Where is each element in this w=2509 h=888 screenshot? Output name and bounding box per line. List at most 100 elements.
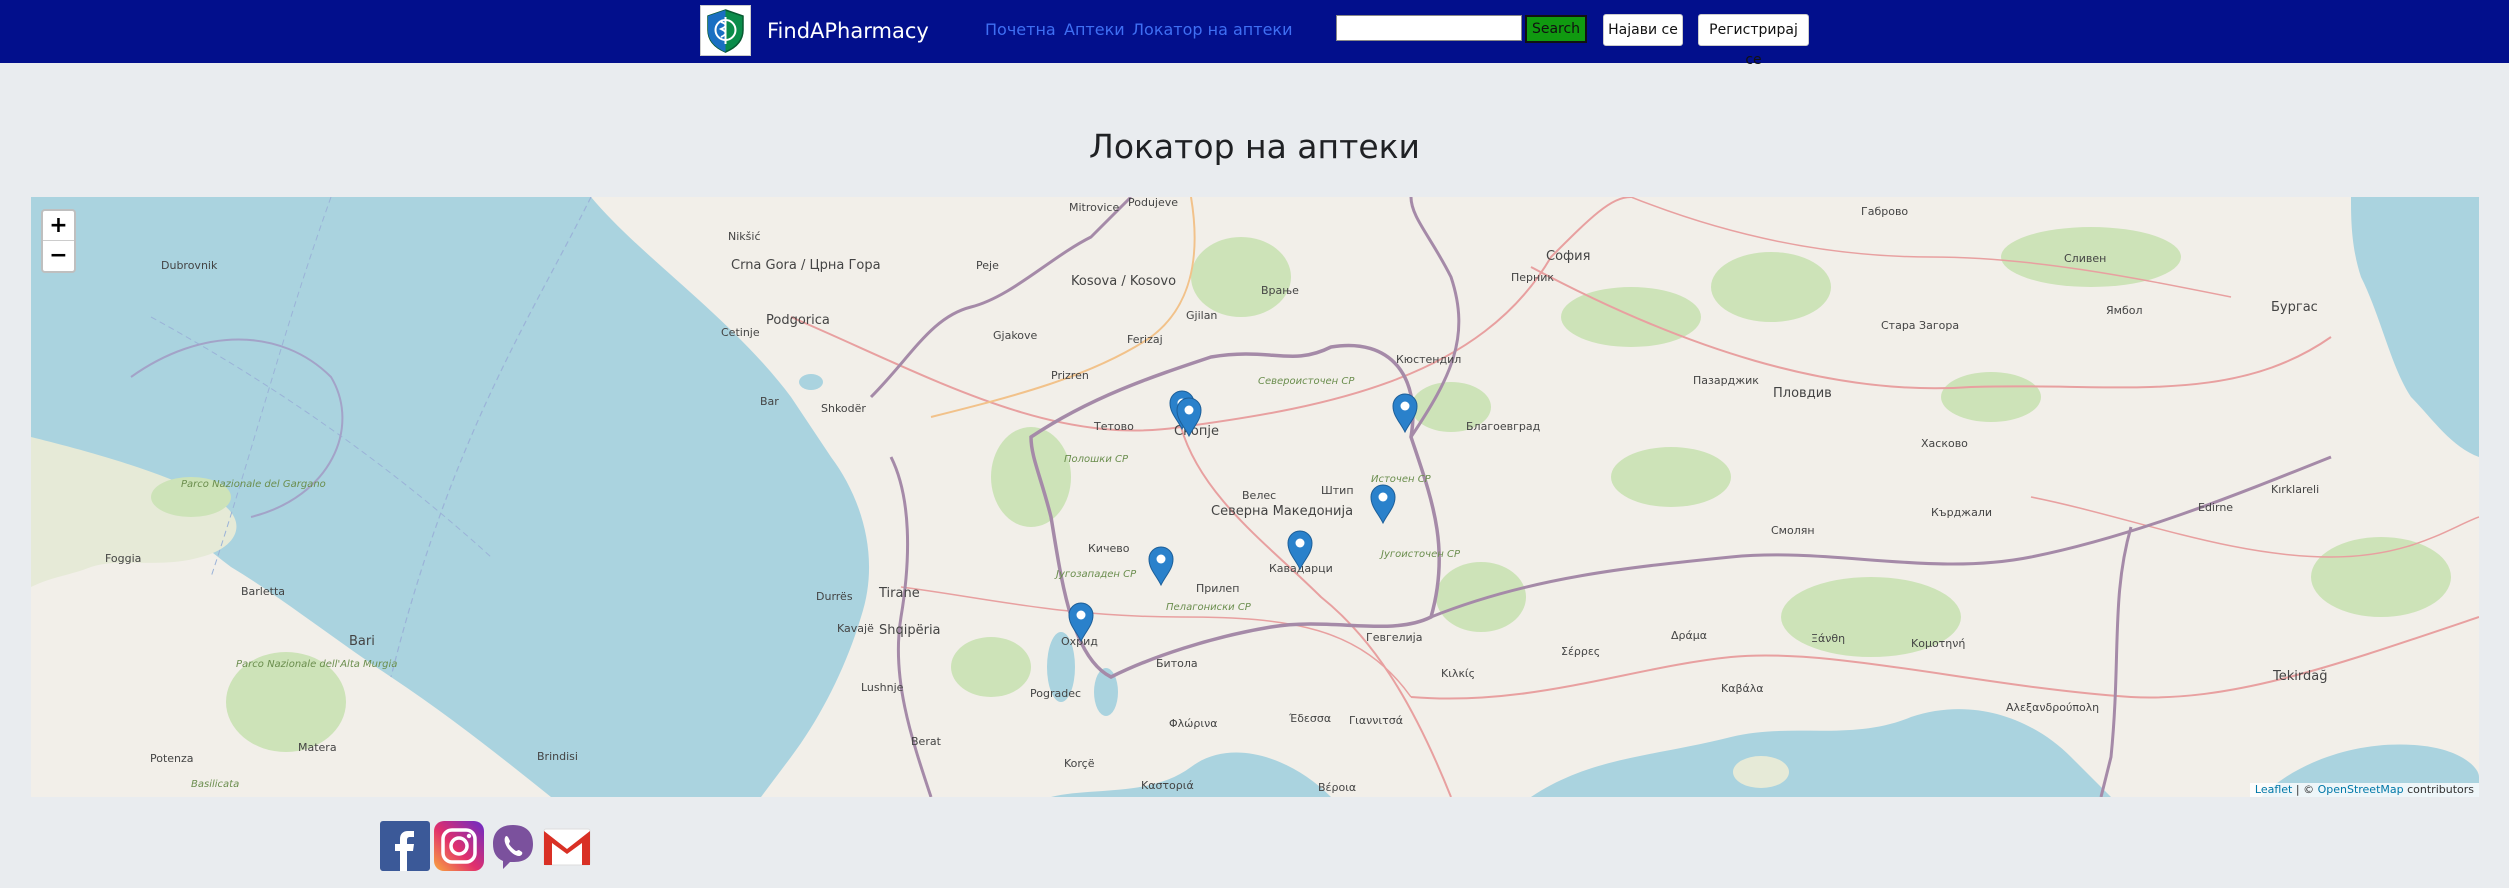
map-attribution: Leaflet | © OpenStreetMap contributors: [2249, 783, 2479, 797]
label-kicevo: Кичево: [1088, 542, 1130, 555]
leaflet-link[interactable]: Leaflet: [2255, 783, 2292, 796]
label-kirklareli: Kırklareli: [2271, 483, 2319, 496]
label-serres: Σέρρες: [1561, 645, 1600, 658]
label-kardzhali: Кърджали: [1931, 506, 1992, 519]
label-shkoder: Shkodër: [821, 402, 866, 415]
label-jugzap-region: Југозападен СР: [1054, 569, 1137, 580]
zoom-out-button[interactable]: −: [43, 241, 74, 270]
label-basilicata: Basilicata: [191, 779, 239, 790]
label-gevgelija: Гевгелија: [1366, 631, 1422, 644]
label-kilkis: Κιλκίς: [1441, 667, 1475, 680]
label-alta-murgia: Parco Nazionale dell'Alta Murgia: [236, 659, 397, 670]
zoom-in-button[interactable]: +: [43, 211, 74, 241]
label-haskovo: Хасково: [1921, 437, 1968, 450]
label-bari: Bari: [349, 634, 375, 649]
nav-link-pharmacies[interactable]: Аптеки: [1064, 19, 1125, 41]
pharmacy-map[interactable]: Mitrovice Podujeve Peje Gjilan Врање Пер…: [31, 197, 2479, 797]
gmail-icon[interactable]: [542, 821, 592, 871]
label-cetinje: Cetinje: [721, 326, 760, 339]
label-gabrovo: Габрово: [1861, 205, 1908, 218]
label-podujeve: Podujeve: [1128, 197, 1178, 209]
label-pernik: Перник: [1511, 271, 1554, 284]
label-prizren: Prizren: [1051, 369, 1089, 382]
label-gjilan: Gjilan: [1186, 309, 1217, 322]
instagram-icon[interactable]: [434, 821, 484, 871]
label-drama: Δράμα: [1671, 629, 1707, 642]
label-mitrovice: Mitrovice: [1069, 201, 1119, 214]
label-burgas: Бургас: [2271, 300, 2318, 315]
label-kavala: Καβάλα: [1721, 682, 1764, 695]
label-komotini: Κομοτηνή: [1911, 637, 1965, 650]
label-shqiperia: Shqipëria: [879, 623, 941, 638]
label-kavaje: Kavajë: [837, 622, 874, 635]
label-pec: Peje: [976, 259, 999, 272]
label-yambol: Ямбол: [2106, 304, 2143, 317]
brand-logo[interactable]: [700, 5, 751, 56]
login-button[interactable]: Најави се: [1603, 14, 1683, 46]
label-veles: Велес: [1242, 489, 1276, 502]
label-potenza: Potenza: [150, 752, 194, 765]
register-button[interactable]: Регистрирај се: [1698, 14, 1809, 68]
label-barletta: Barletta: [241, 585, 285, 598]
label-gjakove: Gjakove: [993, 329, 1038, 342]
nav-link-home[interactable]: Почетна: [985, 19, 1056, 41]
label-tekirdag: Tekirdağ: [2272, 669, 2327, 684]
label-bar: Bar: [760, 395, 779, 408]
label-prilep: Прилеп: [1196, 582, 1239, 595]
label-stara-zagora: Стара Загора: [1881, 319, 1959, 332]
label-blagoevgrad: Благоевград: [1466, 420, 1541, 433]
label-berat: Berat: [911, 735, 942, 748]
label-florina: Φλώρινα: [1169, 717, 1217, 730]
label-gargano: Parco Nazionale del Gargano: [181, 479, 326, 490]
label-kyustendil: Кюстендил: [1396, 353, 1461, 366]
label-smolyan: Смолян: [1771, 524, 1815, 537]
label-niksic: Nikšić: [728, 230, 761, 243]
label-durres: Durrës: [816, 590, 853, 603]
search-input[interactable]: [1336, 15, 1522, 41]
label-pazardzhik: Пазарджик: [1693, 374, 1759, 387]
label-stip: Штип: [1321, 484, 1354, 497]
label-sofija: София: [1546, 249, 1590, 264]
label-sev-region: Северoисточен СР: [1258, 376, 1355, 387]
label-tetovo: Тетово: [1093, 420, 1134, 433]
navbar: FindAPharmacy Почетна Аптеки Локатор на …: [0, 0, 2509, 68]
label-matera: Matera: [298, 741, 337, 754]
label-edessa: Έδεσσα: [1288, 712, 1331, 725]
label-plovdiv: Пловдив: [1773, 386, 1832, 401]
label-foggia: Foggia: [105, 552, 141, 565]
label-kastoria: Καστοριά: [1141, 779, 1194, 792]
brand-name[interactable]: FindAPharmacy: [767, 17, 929, 45]
label-podgorica: Podgorica: [766, 313, 830, 328]
label-brindisi: Brindisi: [537, 750, 578, 763]
label-bitola: Битола: [1156, 657, 1198, 670]
facebook-icon[interactable]: [380, 821, 430, 871]
label-kosova: Kosova / Kosovo: [1071, 274, 1176, 289]
osm-link[interactable]: OpenStreetMap: [2318, 783, 2404, 796]
label-ferizaj: Ferizaj: [1127, 333, 1163, 346]
label-polog-region: Полошки СР: [1064, 454, 1129, 465]
label-jug-region: Југоисточен СР: [1379, 549, 1461, 560]
label-giannitsa: Γιαννιτσά: [1349, 714, 1403, 727]
attribution-separator: | ©: [2292, 783, 2318, 796]
search-button[interactable]: Search: [1525, 15, 1587, 43]
label-lushnje: Lushnje: [861, 681, 904, 694]
page-title: Локатор на аптеки: [1089, 127, 1420, 166]
label-severna-makedonija: Северна Македонија: [1211, 504, 1353, 519]
viber-icon[interactable]: [488, 821, 538, 871]
label-edirne: Edirne: [2198, 501, 2233, 514]
label-tirane: Tirane: [878, 586, 920, 601]
label-vranje: Врање: [1261, 284, 1299, 297]
attribution-suffix: contributors: [2403, 783, 2474, 796]
label-pelag-region: Пелагониски СР: [1166, 602, 1252, 613]
nav-link-locator[interactable]: Локатор на аптеки: [1132, 19, 1292, 41]
label-dubrovnik: Dubrovnik: [161, 259, 218, 272]
label-pogradec: Pogradec: [1030, 687, 1081, 700]
label-ist-region: Источен СР: [1371, 474, 1432, 485]
zoom-control: + −: [41, 209, 76, 273]
label-xanthi: Ξάνθη: [1811, 632, 1845, 645]
map-tiles[interactable]: Mitrovice Podujeve Peje Gjilan Врање Пер…: [31, 197, 2479, 797]
label-crna-gora: Crna Gora / Црна Гора: [731, 258, 881, 273]
label-sliven: Сливен: [2064, 252, 2106, 265]
label-verroia: Βέροια: [1318, 781, 1356, 794]
label-korce: Korçë: [1064, 757, 1095, 770]
